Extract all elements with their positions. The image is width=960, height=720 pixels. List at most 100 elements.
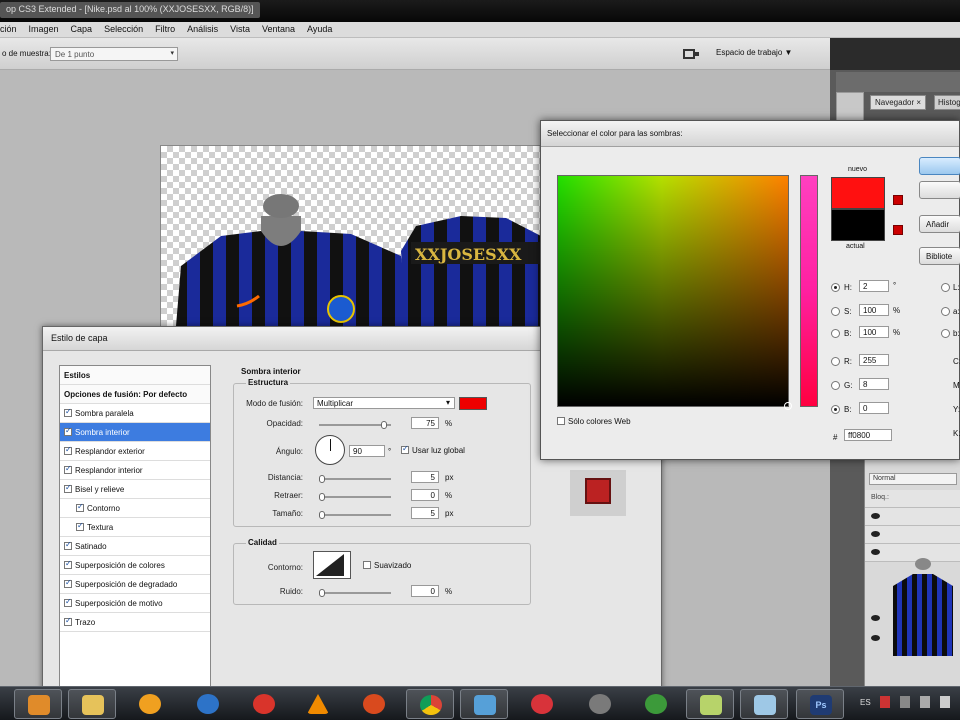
eye-icon[interactable] [871, 513, 880, 519]
angle-dial[interactable] [315, 435, 345, 465]
angle-input[interactable]: 90 [349, 445, 385, 457]
taskbar-app[interactable] [740, 689, 788, 719]
checkbox[interactable] [363, 561, 371, 569]
menu-filtro[interactable]: Filtro [149, 22, 181, 34]
radio-lab-b[interactable] [941, 329, 950, 338]
slider-knob[interactable] [381, 421, 387, 429]
menu-imagen[interactable]: Imagen [23, 22, 65, 34]
h-input[interactable]: 2 [859, 280, 889, 292]
taskbar-app[interactable] [350, 689, 398, 719]
b-input[interactable]: 100 [859, 326, 889, 338]
layer-row[interactable] [865, 630, 960, 648]
r-input[interactable]: 255 [859, 354, 889, 366]
layer-row[interactable] [865, 526, 960, 544]
menu-capa[interactable]: Capa [65, 22, 99, 34]
menu-seleccion[interactable]: Selección [98, 22, 149, 34]
add-to-swatches-button[interactable]: Añadir [919, 215, 960, 233]
taskbar-app[interactable] [576, 689, 624, 719]
style-item-contour[interactable]: Contorno [60, 499, 210, 518]
size-input[interactable]: 5 [411, 507, 439, 519]
checkbox[interactable] [64, 616, 72, 626]
slider-knob[interactable] [319, 475, 325, 483]
taskbar-explorer[interactable] [68, 689, 116, 719]
tab-histogram[interactable]: Histogr [934, 95, 960, 110]
contour-picker[interactable] [313, 551, 351, 579]
menu-edicion[interactable]: ción [0, 22, 23, 34]
taskbar-app[interactable] [518, 689, 566, 719]
slider-knob[interactable] [319, 493, 325, 501]
hue-slider[interactable] [800, 175, 818, 407]
web-only-option[interactable]: Sólo colores Web [557, 417, 631, 426]
style-item-inner-glow[interactable]: Resplandor interior [60, 461, 210, 480]
taskbar-app[interactable] [126, 689, 174, 719]
radio-b[interactable] [831, 329, 840, 338]
checkbox[interactable] [64, 559, 72, 569]
slider-knob[interactable] [319, 589, 325, 597]
menu-ventana[interactable]: Ventana [256, 22, 301, 34]
menu-ayuda[interactable]: Ayuda [301, 22, 338, 34]
layer-row[interactable] [865, 508, 960, 526]
checkbox[interactable] [76, 521, 84, 531]
noise-input[interactable]: 0 [411, 585, 439, 597]
shadow-color-swatch[interactable] [459, 397, 487, 410]
style-item-satin[interactable]: Satinado [60, 537, 210, 556]
menu-analisis[interactable]: Análisis [181, 22, 224, 34]
blue-input[interactable]: 0 [859, 402, 889, 414]
network-icon[interactable] [920, 696, 930, 708]
taskbar-app[interactable] [240, 689, 288, 719]
volume-icon[interactable] [940, 696, 950, 708]
radio-l[interactable] [941, 283, 950, 292]
style-item-pattern-overlay[interactable]: Superposición de motivo [60, 594, 210, 613]
blend-mode-select[interactable]: Multiplicar ▾ [313, 397, 455, 409]
style-item-inner-shadow[interactable]: Sombra interior [60, 423, 210, 442]
checkbox[interactable] [76, 502, 84, 512]
taskbar-app[interactable] [184, 689, 232, 719]
taskbar-vlc[interactable] [294, 689, 342, 719]
ok-button[interactable] [919, 157, 960, 175]
language-indicator[interactable]: ES [860, 698, 871, 707]
eye-icon[interactable] [871, 549, 880, 555]
cancel-button[interactable] [919, 181, 960, 199]
style-item-drop-shadow[interactable]: Sombra paralela [60, 404, 210, 423]
sample-size-select[interactable]: De 1 punto ▾ [50, 47, 178, 61]
checkbox[interactable] [64, 407, 72, 417]
radio-s[interactable] [831, 307, 840, 316]
eye-icon[interactable] [871, 635, 880, 641]
color-libraries-button[interactable]: Bibliote [919, 247, 960, 265]
checkbox[interactable] [64, 445, 72, 455]
color-field-cursor[interactable] [784, 402, 792, 410]
size-slider[interactable] [319, 511, 391, 519]
eye-icon[interactable] [871, 531, 880, 537]
taskbar-media-center[interactable] [14, 689, 62, 719]
current-color-swatch[interactable] [831, 209, 885, 241]
taskbar-chrome[interactable] [406, 689, 454, 719]
antialias-option[interactable]: Suavizado [363, 561, 411, 570]
tray-icon[interactable] [880, 696, 890, 708]
workspace-icon[interactable] [682, 47, 700, 61]
taskbar-app[interactable] [632, 689, 680, 719]
slider-knob[interactable] [319, 511, 325, 519]
choke-input[interactable]: 0 [411, 489, 439, 501]
checkbox[interactable] [401, 444, 409, 454]
document-canvas[interactable]: XXJOSESXX [160, 145, 560, 345]
menu-vista[interactable]: Vista [224, 22, 256, 34]
web-safe-warning-icon[interactable] [893, 225, 903, 235]
tray-icon[interactable] [900, 696, 910, 708]
radio-r[interactable] [831, 357, 840, 366]
layer-row[interactable] [865, 610, 960, 628]
style-item-stroke[interactable]: Trazo [60, 613, 210, 632]
s-input[interactable]: 100 [859, 304, 889, 316]
global-light-option[interactable]: Usar luz global [401, 444, 465, 455]
checkbox[interactable] [64, 597, 72, 607]
noise-slider[interactable] [319, 589, 391, 597]
taskbar-photoshop[interactable]: Ps [796, 689, 844, 719]
hex-input[interactable]: ff0800 [844, 429, 892, 441]
radio-blue[interactable] [831, 405, 840, 414]
workspace-button[interactable]: Espacio de trabajo ▼ [716, 48, 792, 57]
tab-navigator[interactable]: Navegador × [870, 95, 927, 110]
checkbox[interactable] [64, 426, 72, 436]
checkbox[interactable] [64, 464, 72, 474]
style-item-outer-glow[interactable]: Resplandor exterior [60, 442, 210, 461]
radio-g[interactable] [831, 381, 840, 390]
style-item-estilos[interactable]: Estilos [60, 366, 210, 385]
